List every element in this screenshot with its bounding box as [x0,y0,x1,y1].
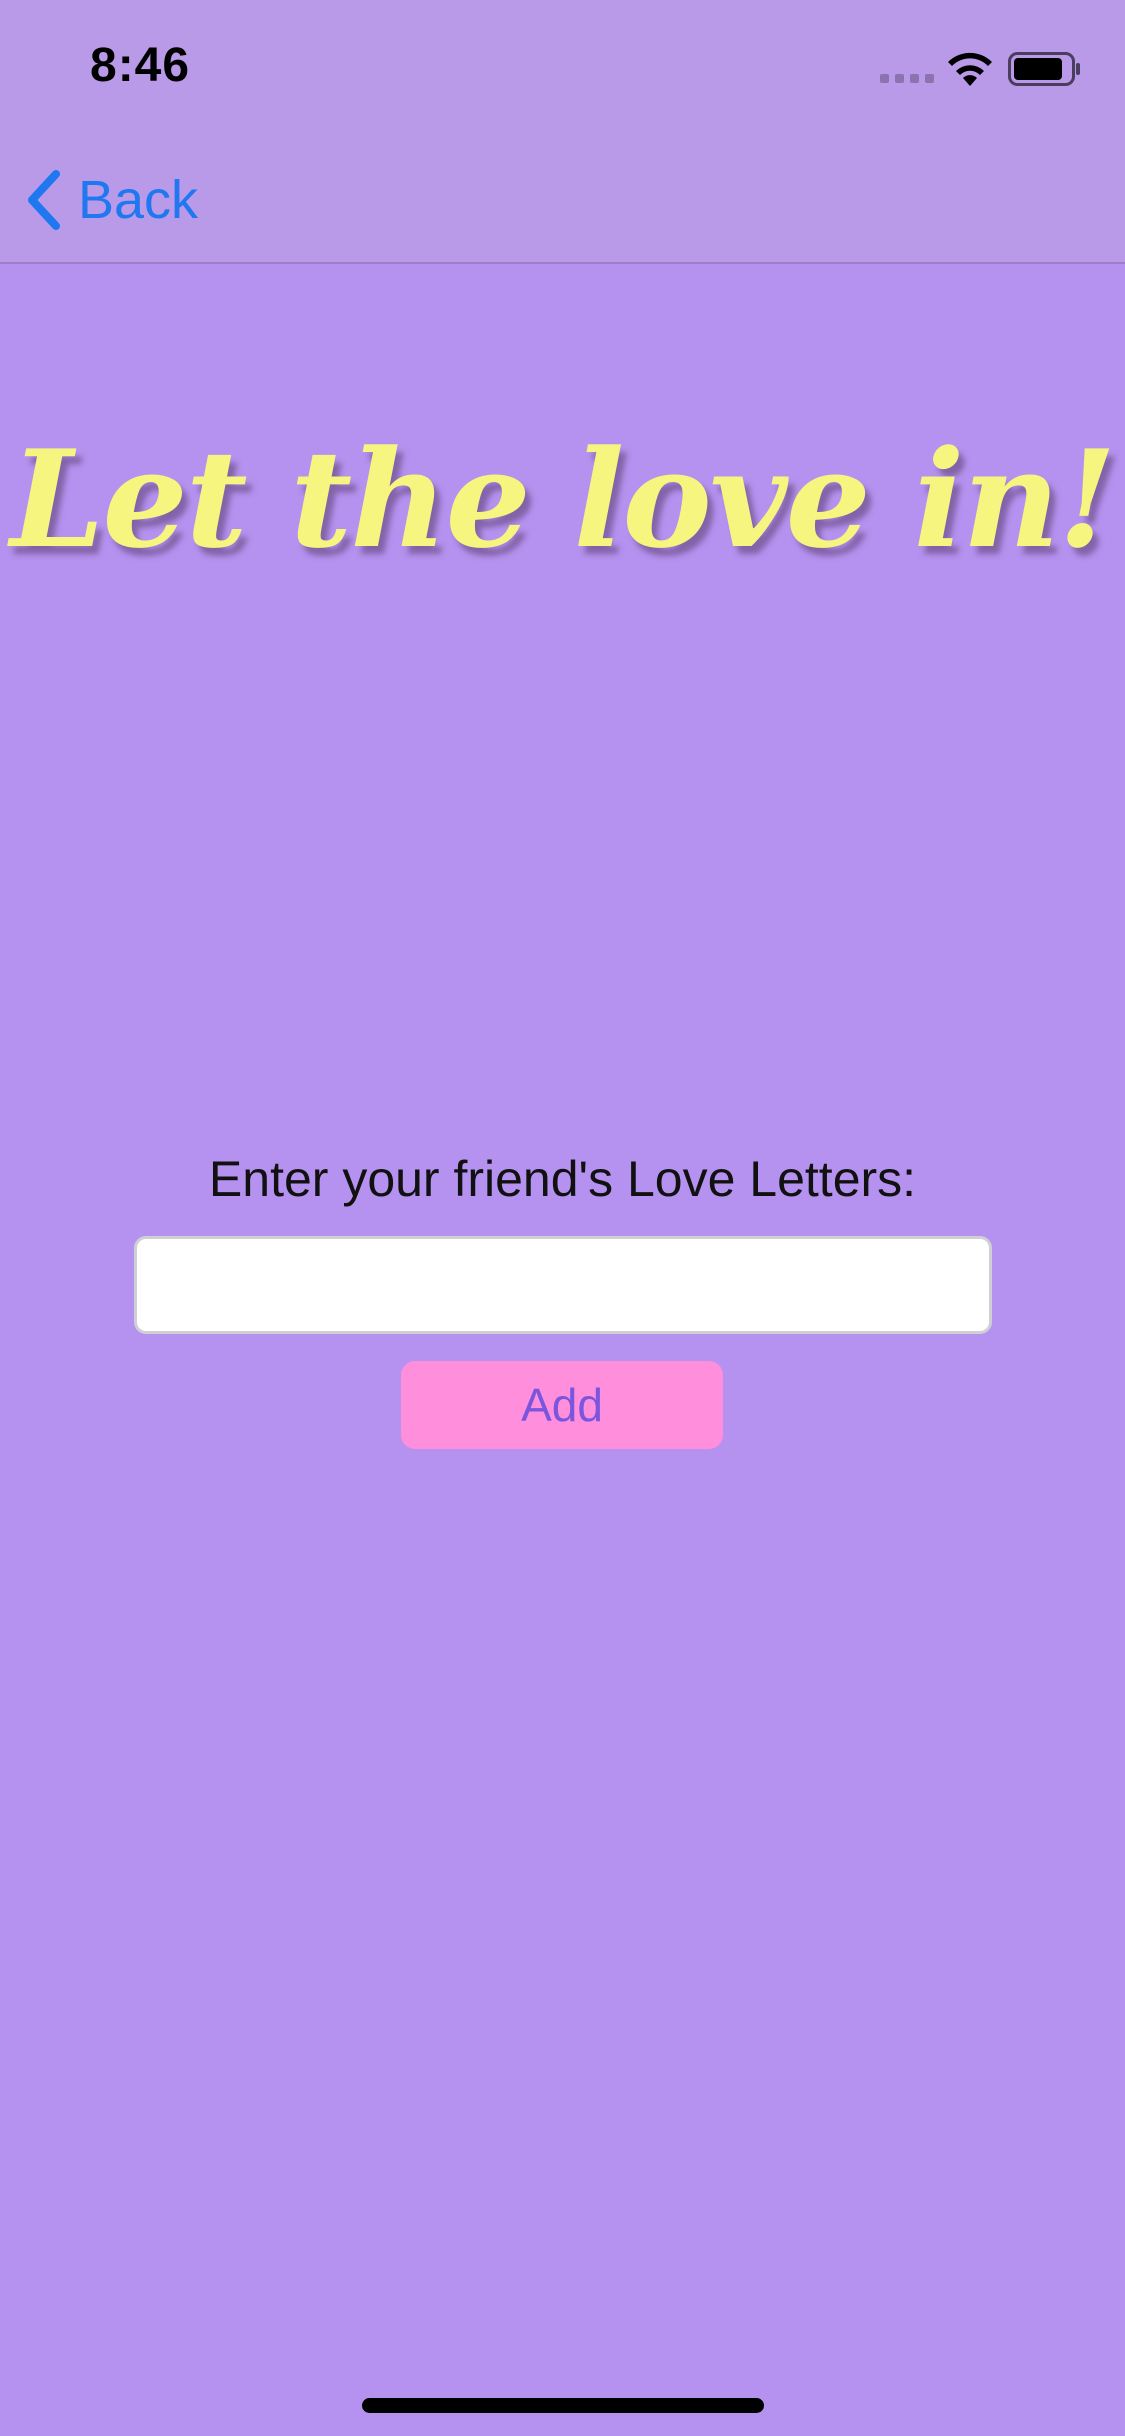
page-headline: Let the love in! [10,420,1116,578]
back-button-label: Back [78,170,199,230]
love-letters-input[interactable] [134,1236,992,1334]
add-button[interactable]: Add [401,1361,723,1449]
wifi-icon [948,52,992,86]
cell-signal-icon [880,74,934,83]
battery-icon [1008,52,1080,86]
back-button[interactable]: Back [24,162,198,238]
love-letters-prompt-label: Enter your friend's Love Letters: [208,1151,917,1207]
home-indicator[interactable] [362,2398,764,2413]
navigation-bar: 8:46 Back [0,0,1125,264]
status-bar-time: 8:46 [90,39,191,92]
chevron-left-icon [28,170,60,230]
